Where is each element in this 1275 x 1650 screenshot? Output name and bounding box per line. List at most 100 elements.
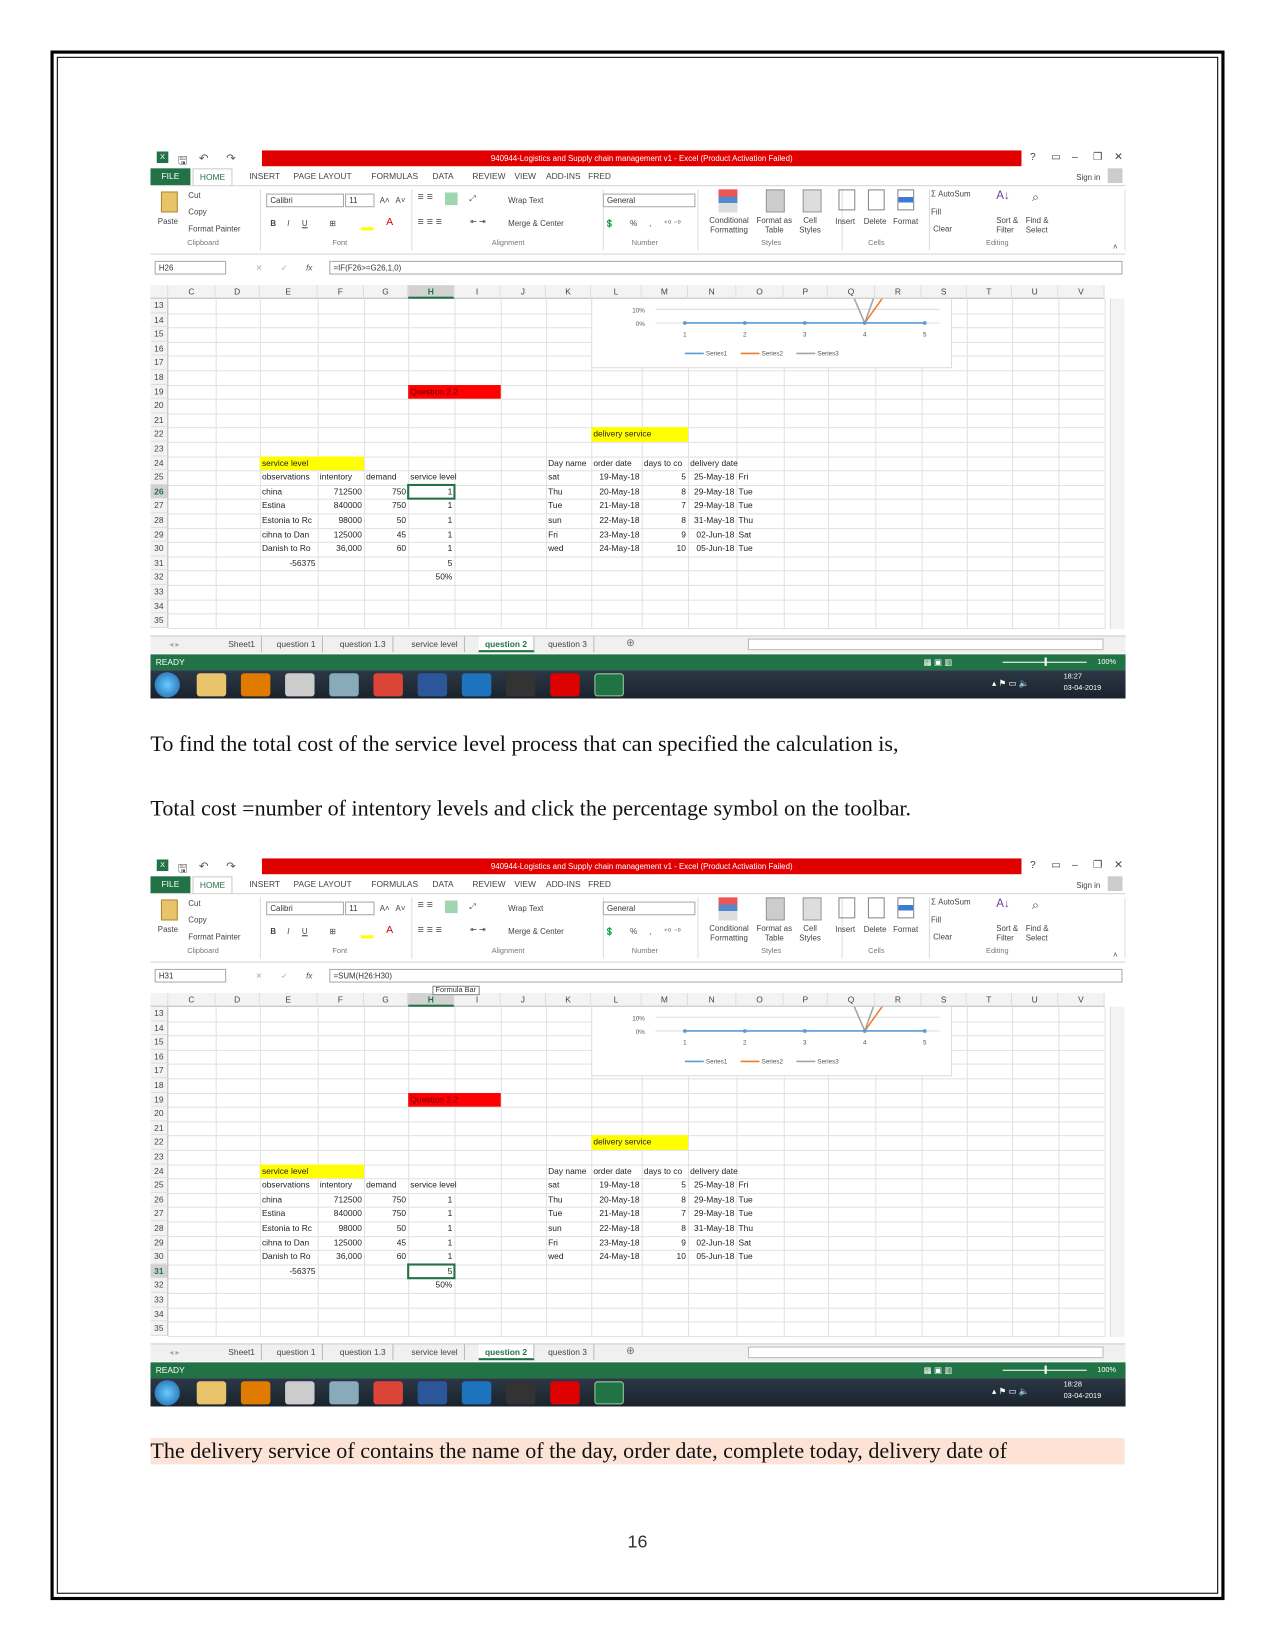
column-header-G[interactable]: G (363, 285, 409, 299)
chrome-icon[interactable] (373, 673, 403, 697)
row-header-17[interactable]: 17 (150, 355, 169, 371)
cell-styles-button[interactable]: Cell Styles (794, 216, 826, 235)
column-header-S[interactable]: S (921, 993, 967, 1007)
cell-O30[interactable]: Tue (736, 1250, 783, 1264)
ribbon-tab-review[interactable]: REVIEW (466, 168, 512, 185)
format-as-table-icon[interactable] (765, 189, 785, 213)
avatar[interactable] (1107, 876, 1123, 892)
cell-G30[interactable]: 60 (364, 542, 408, 556)
fill-button[interactable]: Fill (931, 207, 941, 216)
row-header-14[interactable]: 14 (150, 313, 169, 328)
formula-input[interactable]: =SUM(H26:H30) (329, 968, 1123, 983)
cell-F27[interactable]: 840000 (318, 499, 364, 513)
file-explorer-icon[interactable] (196, 673, 227, 697)
row-header-31[interactable]: 31 (150, 1264, 169, 1279)
cell-E30[interactable]: Danish to Ro (260, 542, 318, 556)
cell-H30[interactable]: 1 (408, 1250, 454, 1264)
accounting-icon[interactable]: 💲 (605, 219, 615, 228)
column-header-U[interactable]: U (1012, 993, 1059, 1007)
view-buttons[interactable]: ▦ ▣ ▥ (924, 1362, 953, 1378)
cell-N24[interactable]: delivery date (688, 456, 738, 470)
ribbon-tab-formulas[interactable]: FORMULAS (365, 168, 424, 185)
column-header-T[interactable]: T (966, 993, 1013, 1007)
fill-color-icon[interactable] (360, 935, 374, 939)
cell-E24[interactable]: service level (259, 1164, 364, 1179)
cell-K29[interactable]: Fri (546, 1236, 591, 1250)
active-cell-selection[interactable] (407, 483, 456, 501)
cancel-icon[interactable]: ✕ (256, 263, 263, 272)
font-name-dropdown[interactable]: Calibri (266, 193, 345, 208)
cell-E31[interactable]: -56375 (260, 556, 318, 570)
cell-L28[interactable]: 22-May-18 (591, 1221, 641, 1235)
cell-K25[interactable]: sat (546, 1178, 591, 1192)
name-box[interactable]: H31 (154, 968, 227, 983)
cell-N28[interactable]: 31-May-18 (688, 513, 736, 527)
paint-icon[interactable] (285, 673, 315, 697)
cell-M29[interactable]: 9 (642, 528, 688, 542)
row-header-21[interactable]: 21 (150, 413, 169, 428)
cell-F25[interactable]: intentory (318, 470, 364, 484)
avatar[interactable] (1107, 168, 1123, 184)
row-header-23[interactable]: 23 (150, 441, 169, 457)
sort-filter-button[interactable]: Sort & Filter (996, 924, 1025, 943)
cell-E29[interactable]: cihna to Dan (260, 1236, 318, 1250)
row-header-14[interactable]: 14 (150, 1021, 169, 1036)
cell-E25[interactable]: observations (260, 1178, 318, 1192)
start-button[interactable] (154, 1380, 180, 1406)
row-header-15[interactable]: 15 (150, 327, 169, 342)
cell-E28[interactable]: Estonia to Rc (260, 1221, 318, 1235)
grow-font-icon[interactable]: A˄ (380, 196, 390, 205)
cell-G29[interactable]: 45 (364, 1236, 408, 1250)
sort-icon[interactable]: A↓ (996, 897, 1010, 910)
ribbon-tab-fred[interactable]: FRED (582, 876, 618, 893)
help-icon[interactable]: ? (1030, 859, 1036, 871)
cell-K27[interactable]: Tue (546, 499, 591, 513)
cell-N29[interactable]: 02-Jun-18 (688, 1236, 736, 1250)
merge-center-button[interactable]: Merge & Center (508, 219, 564, 228)
start-button[interactable] (154, 672, 180, 698)
cell-styles-button[interactable]: Cell Styles (794, 924, 826, 943)
ribbon-tab-add-ins[interactable]: ADD-INS (540, 876, 587, 893)
cell-F30[interactable]: 36,000 (318, 1250, 364, 1264)
column-header-F[interactable]: F (317, 993, 364, 1007)
name-box[interactable]: H26 (154, 260, 227, 275)
orientation-icon[interactable]: ⤢ (469, 902, 475, 913)
cell-N25[interactable]: 25-May-18 (688, 1178, 736, 1192)
align-bottom-icon[interactable] (444, 900, 458, 914)
row-header-35[interactable]: 35 (150, 613, 169, 628)
cell-K25[interactable]: sat (546, 470, 591, 484)
collapse-ribbon-icon[interactable]: ˄ (1113, 242, 1118, 251)
minimize-icon[interactable]: – (1072, 151, 1078, 163)
cell-G30[interactable]: 60 (364, 1250, 408, 1264)
row-header-18[interactable]: 18 (150, 1078, 169, 1093)
function-icon[interactable]: fx (306, 263, 312, 272)
cell-O28[interactable]: Thu (736, 513, 783, 527)
borders-icon[interactable]: ⊞ (329, 219, 336, 228)
cell-H29[interactable]: 1 (408, 1236, 454, 1250)
cell-E26[interactable]: china (260, 1193, 318, 1207)
horizontal-scrollbar[interactable] (747, 638, 1104, 651)
find-icon[interactable]: ⌕ (1032, 897, 1039, 913)
align-left-icon[interactable]: ≡ ≡ ≡ (418, 925, 442, 937)
ribbon-tab-insert[interactable]: INSERT (243, 876, 286, 893)
row-header-31[interactable]: 31 (150, 556, 169, 571)
cell-G26[interactable]: 750 (364, 1193, 408, 1207)
column-header-J[interactable]: J (500, 285, 546, 299)
cell-K28[interactable]: sun (546, 1221, 591, 1235)
cell-F30[interactable]: 36,000 (318, 542, 364, 556)
row-header-26[interactable]: 26 (150, 484, 169, 500)
security-icon[interactable] (461, 673, 492, 697)
cell-E27[interactable]: Estina (260, 1207, 318, 1221)
cell-M25[interactable]: 5 (642, 470, 688, 484)
clear-button[interactable]: Clear (933, 932, 952, 941)
column-header-R[interactable]: R (875, 993, 922, 1007)
cell-F29[interactable]: 125000 (318, 528, 364, 542)
row-header-28[interactable]: 28 (150, 513, 169, 528)
font-color-icon[interactable]: A (386, 217, 393, 229)
ribbon-tab-page-layout[interactable]: PAGE LAYOUT (287, 876, 358, 893)
cell-E27[interactable]: Estina (260, 499, 318, 513)
cell-N26[interactable]: 29-May-18 (688, 485, 736, 499)
ribbon-tab-view[interactable]: VIEW (508, 168, 542, 185)
align-top-icon[interactable]: ≡ ≡ (418, 899, 433, 911)
row-header-34[interactable]: 34 (150, 1307, 169, 1322)
